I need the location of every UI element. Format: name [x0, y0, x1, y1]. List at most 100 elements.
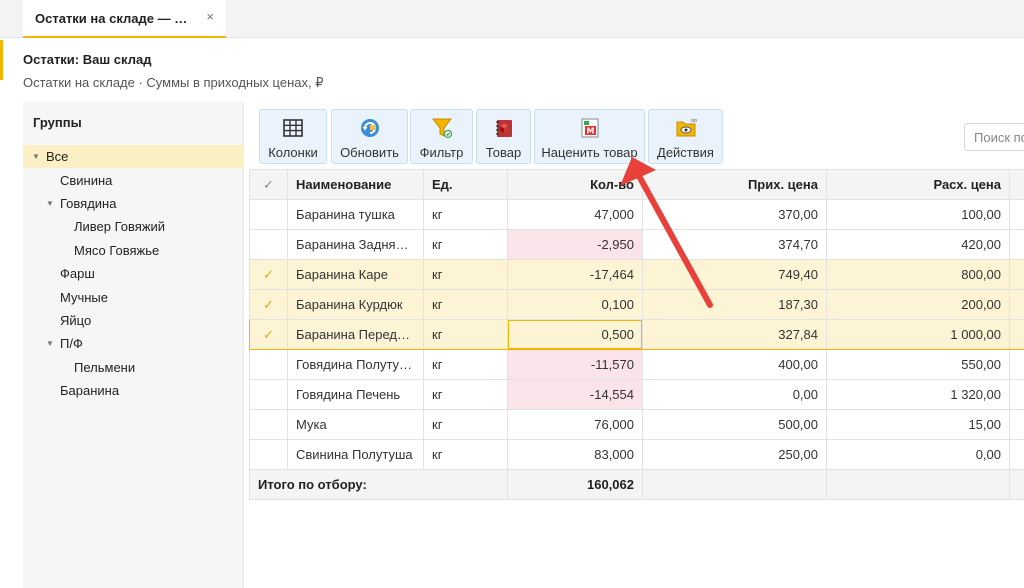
column-header-name[interactable]: Наименование: [287, 169, 424, 200]
cell-name: Баранина Задняя часть: [287, 229, 424, 260]
table-row[interactable]: ✓ Баранина Каре кг -17,464 749,40 800,00: [249, 259, 1024, 290]
column-header-out-price[interactable]: Расх. цена: [826, 169, 1010, 200]
columns-button[interactable]: Колонки: [259, 109, 327, 164]
column-header-qty[interactable]: Кол-во: [507, 169, 643, 200]
filter-button[interactable]: Фильтр: [410, 109, 473, 164]
cell-extra: [1009, 259, 1024, 290]
refresh-icon: [359, 117, 381, 139]
tree-item-mince[interactable]: Фарш: [23, 262, 244, 285]
tree-item-flour[interactable]: Мучные: [23, 285, 244, 308]
table-header-row: ✓ Наименование Ед. Кол-во Прих. цена Рас…: [249, 169, 1024, 200]
cell-qty[interactable]: 0,500: [507, 319, 643, 350]
cell-in-price: 187,30: [642, 289, 827, 320]
cell-in-price: 250,00: [642, 439, 827, 470]
tree-item-label: Свинина: [60, 172, 113, 188]
cell-qty: -2,950: [507, 229, 643, 260]
cell-qty: 76,000: [507, 409, 643, 440]
cell-unit: кг: [423, 319, 508, 350]
row-checkbox[interactable]: [249, 229, 288, 260]
tree-item-label: Мясо Говяжье: [74, 242, 160, 258]
cell-extra: [1009, 439, 1024, 470]
caret-down-icon[interactable]: ▼: [43, 339, 57, 348]
active-indicator: [0, 40, 3, 80]
stock-table: ✓ Наименование Ед. Кол-во Прих. цена Рас…: [249, 169, 1024, 500]
table-row[interactable]: ✓ Баранина Курдюк кг 0,100 187,30 200,00: [249, 289, 1024, 320]
cell-out-price: 800,00: [826, 259, 1010, 290]
table-row[interactable]: Баранина тушка кг 47,000 370,00 100,00: [249, 199, 1024, 230]
column-header-unit[interactable]: Ед.: [423, 169, 508, 200]
filter-label: Фильтр: [419, 145, 464, 160]
page-title: Остатки: Ваш склад: [23, 52, 152, 67]
total-out-price: [826, 469, 1010, 500]
cell-qty: 47,000: [507, 199, 643, 230]
caret-down-icon[interactable]: ▼: [43, 199, 57, 208]
tree-item-eggs[interactable]: Яйцо: [23, 309, 244, 332]
cell-name: Говядина Полутуша: [287, 349, 424, 380]
row-checkbox[interactable]: [249, 379, 288, 410]
markup-button[interactable]: M Наценить товар: [534, 109, 645, 164]
cell-name: Свинина Полутуша: [287, 439, 424, 470]
tree-item-all[interactable]: ▼ Все: [23, 145, 244, 169]
row-checkbox[interactable]: [249, 199, 288, 230]
tree-item-label: П/Ф: [60, 336, 83, 352]
column-header-in-price[interactable]: Прих. цена: [642, 169, 827, 200]
markup-price-icon: M: [579, 117, 601, 139]
row-checkbox[interactable]: ✓: [249, 319, 288, 350]
select-all-column[interactable]: ✓: [249, 169, 288, 200]
tree-item-label: Фарш: [60, 266, 95, 282]
product-label: Товар: [485, 145, 522, 160]
refresh-button[interactable]: Обновить: [331, 109, 408, 164]
cell-out-price: 1 000,00: [826, 319, 1010, 350]
cell-extra: [1009, 289, 1024, 320]
cell-out-price: 420,00: [826, 229, 1010, 260]
table-row[interactable]: Говядина Печень кг -14,554 0,00 1 320,00: [249, 379, 1024, 410]
table-row[interactable]: ✓ Баранина Передняя часть кг 0,500 327,8…: [249, 319, 1024, 350]
total-extra: [1009, 469, 1024, 500]
tree-item-label: Мучные: [60, 289, 109, 305]
cell-out-price: 1 320,00: [826, 379, 1010, 410]
page-subtitle: Остатки на складе · Суммы в приходных це…: [23, 75, 324, 90]
table-row[interactable]: Свинина Полутуша кг 83,000 250,00 0,00: [249, 439, 1024, 470]
cell-extra: [1009, 199, 1024, 230]
cell-unit: кг: [423, 439, 508, 470]
cell-extra: [1009, 379, 1024, 410]
tree-item-label: Говядина: [60, 195, 117, 211]
cell-unit: кг: [423, 349, 508, 380]
tree-item-beef-meat[interactable]: Мясо Говяжье: [23, 239, 244, 262]
cell-out-price: 15,00: [826, 409, 1010, 440]
tree-item-beef-liver[interactable]: Ливер Говяжий: [23, 215, 244, 238]
column-header-extra: [1009, 169, 1024, 200]
table-row[interactable]: Баранина Задняя часть кг -2,950 374,70 4…: [249, 229, 1024, 260]
row-checkbox[interactable]: ✓: [249, 289, 288, 320]
row-checkbox[interactable]: [249, 439, 288, 470]
columns-label: Колонки: [268, 145, 318, 160]
tree-item-semi-finished[interactable]: ▼ П/Ф: [23, 332, 244, 355]
table-row[interactable]: Говядина Полутуша кг -11,570 400,00 550,…: [249, 349, 1024, 380]
search-input[interactable]: [964, 123, 1024, 151]
groups-sidebar: Группы ▼ Все Свинина ▼ Говядина Ливер Го…: [23, 102, 244, 588]
table-row[interactable]: Мука кг 76,000 500,00 15,00: [249, 409, 1024, 440]
tree-item-label: Яйцо: [60, 312, 92, 328]
tree-item-label: Пельмени: [74, 359, 136, 375]
cell-qty: 83,000: [507, 439, 643, 470]
row-checkbox[interactable]: [249, 349, 288, 380]
cell-unit: кг: [423, 229, 508, 260]
cell-in-price: 370,00: [642, 199, 827, 230]
caret-down-icon[interactable]: ▼: [29, 152, 43, 161]
tree-item-pork[interactable]: Свинина: [23, 168, 244, 191]
tree-item-beef[interactable]: ▼ Говядина: [23, 192, 244, 215]
cell-qty: 0,100: [507, 289, 643, 320]
cell-extra: [1009, 349, 1024, 380]
actions-button[interactable]: ooo Действия: [648, 109, 723, 164]
sidebar-title: Группы: [33, 115, 82, 130]
product-button[interactable]: Товар: [476, 109, 531, 164]
row-checkbox[interactable]: ✓: [249, 259, 288, 290]
tree-item-dumplings[interactable]: Пельмени: [23, 356, 244, 379]
cell-name: Баранина Курдюк: [287, 289, 424, 320]
row-checkbox[interactable]: [249, 409, 288, 440]
tree-item-lamb[interactable]: Баранина: [23, 379, 244, 402]
cell-unit: кг: [423, 289, 508, 320]
close-icon[interactable]: ×: [206, 9, 214, 24]
svg-text:ooo: ooo: [691, 118, 697, 124]
tab-stock[interactable]: Остатки на складе — Ваш склад ×: [23, 0, 226, 38]
